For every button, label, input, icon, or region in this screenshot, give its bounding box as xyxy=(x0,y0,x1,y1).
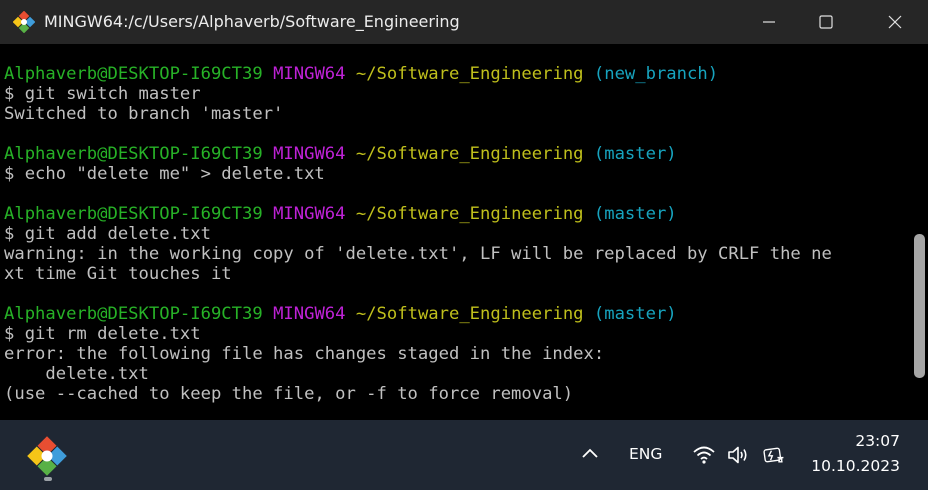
minimize-icon xyxy=(763,21,775,23)
prompt-yellow: ~/Software_Engineering xyxy=(355,144,584,164)
terminal-line: Alphaverb@DESKTOP-I69CT39 MINGW64 ~/Soft… xyxy=(4,64,909,84)
terminal-text: warning: in the working copy of 'delete.… xyxy=(4,244,832,264)
terminal-line: Alphaverb@DESKTOP-I69CT39 MINGW64 ~/Soft… xyxy=(4,204,909,224)
battery-charging-icon[interactable] xyxy=(762,444,786,466)
terminal-line: $ git add delete.txt xyxy=(4,224,909,244)
git-bash-app-icon[interactable] xyxy=(27,436,67,476)
terminal-text: $ git rm delete.txt xyxy=(4,324,201,344)
wifi-icon[interactable] xyxy=(692,444,716,466)
prompt-magenta: MINGW64 xyxy=(273,144,346,164)
title-bar[interactable]: MINGW64:/c/Users/Alphaverb/Software_Engi… xyxy=(0,0,928,44)
terminal-line: $ git rm delete.txt xyxy=(4,324,909,344)
clock-time[interactable]: 23:07 xyxy=(855,432,900,450)
minimize-button[interactable] xyxy=(742,0,796,44)
terminal-line: Alphaverb@DESKTOP-I69CT39 MINGW64 ~/Soft… xyxy=(4,144,909,164)
prompt-cyan: (new_branch) xyxy=(593,64,719,84)
prompt-green: Alphaverb@DESKTOP-I69CT39 xyxy=(4,144,263,164)
maximize-icon xyxy=(819,15,833,29)
terminal-line: (use --cached to keep the file, or -f to… xyxy=(4,384,909,404)
prompt-magenta: MINGW64 xyxy=(273,64,346,84)
terminal-line: Switched to branch 'master' xyxy=(4,104,909,124)
prompt-cyan: (master) xyxy=(593,204,677,224)
maximize-button[interactable] xyxy=(799,0,853,44)
prompt-yellow: ~/Software_Engineering xyxy=(355,204,584,224)
terminal-text: (use --cached to keep the file, or -f to… xyxy=(4,384,574,404)
taskbar: ENG 23:07 10.10.2023 xyxy=(0,420,928,490)
terminal-text: error: the following file has changes st… xyxy=(4,344,605,364)
window-title: MINGW64:/c/Users/Alphaverb/Software_Engi… xyxy=(44,12,460,31)
running-app-indicator xyxy=(44,477,52,481)
close-icon xyxy=(888,15,902,29)
scrollbar-thumb[interactable] xyxy=(914,234,925,378)
terminal-line: Alphaverb@DESKTOP-I69CT39 MINGW64 ~/Soft… xyxy=(4,304,909,324)
prompt-magenta: MINGW64 xyxy=(273,304,346,324)
terminal-line: $ git switch master xyxy=(4,84,909,104)
clock-date[interactable]: 10.10.2023 xyxy=(811,457,900,475)
speaker-icon[interactable] xyxy=(726,444,750,466)
terminal-line: warning: in the working copy of 'delete.… xyxy=(4,244,909,264)
terminal-window: MINGW64:/c/Users/Alphaverb/Software_Engi… xyxy=(0,0,928,420)
git-bash-icon xyxy=(13,11,35,33)
prompt-yellow: ~/Software_Engineering xyxy=(355,64,584,84)
close-button[interactable] xyxy=(868,0,922,44)
prompt-green: Alphaverb@DESKTOP-I69CT39 xyxy=(4,64,263,84)
terminal-text: delete.txt xyxy=(4,364,149,384)
language-indicator[interactable]: ENG xyxy=(629,445,662,463)
terminal-line: xt time Git touches it xyxy=(4,264,909,284)
chevron-up-icon[interactable] xyxy=(580,446,600,460)
prompt-magenta: MINGW64 xyxy=(273,204,346,224)
terminal-text: $ echo "delete me" > delete.txt xyxy=(4,164,325,184)
terminal-line: error: the following file has changes st… xyxy=(4,344,909,364)
prompt-cyan: (master) xyxy=(593,304,677,324)
prompt-green: Alphaverb@DESKTOP-I69CT39 xyxy=(4,304,263,324)
terminal-output[interactable]: Alphaverb@DESKTOP-I69CT39 MINGW64 ~/Soft… xyxy=(4,64,909,414)
prompt-cyan: (master) xyxy=(593,144,677,164)
terminal-text: $ git switch master xyxy=(4,84,201,104)
prompt-yellow: ~/Software_Engineering xyxy=(355,304,584,324)
terminal-text: xt time Git touches it xyxy=(4,264,232,284)
terminal-text: $ git add delete.txt xyxy=(4,224,211,244)
terminal-text: Switched to branch 'master' xyxy=(4,104,284,124)
prompt-green: Alphaverb@DESKTOP-I69CT39 xyxy=(4,204,263,224)
terminal-line: delete.txt xyxy=(4,364,909,384)
terminal-line: $ echo "delete me" > delete.txt xyxy=(4,164,909,184)
